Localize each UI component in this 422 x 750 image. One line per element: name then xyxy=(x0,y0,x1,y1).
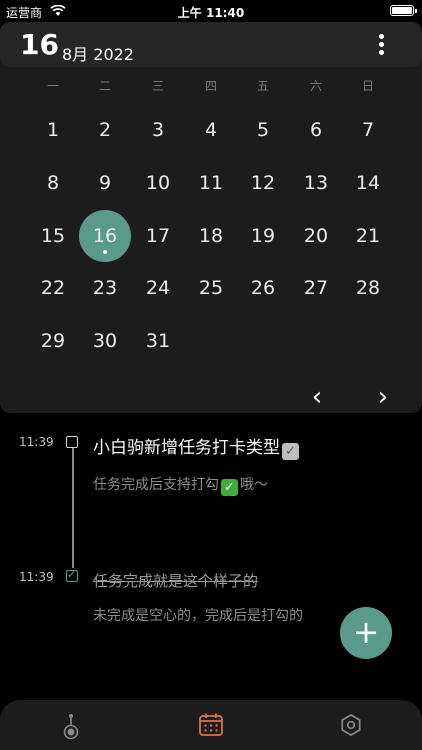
task-title[interactable]: 小白驹新增任务打卡类型 ✓ xyxy=(93,433,299,460)
date-cell[interactable]: 5 xyxy=(237,104,289,156)
date-cell[interactable]: 11 xyxy=(185,157,237,209)
date-cell[interactable]: 9 xyxy=(79,157,131,209)
date-cell[interactable]: 3 xyxy=(132,104,184,156)
date-cell[interactable]: 14 xyxy=(342,157,394,209)
checkmark-emoji-icon: ✓ xyxy=(221,479,238,496)
date-cell[interactable]: 25 xyxy=(185,262,237,314)
date-cell[interactable]: 2 xyxy=(79,104,131,156)
calendar-card: 16 8月 2022 一 二 三 四 五 六 日 1 2 3 4 5 6 7 8… xyxy=(0,22,422,413)
date-cell[interactable]: 22 xyxy=(27,262,79,314)
date-cell[interactable]: 20 xyxy=(290,210,342,262)
checkbox-emoji-icon: ✓ xyxy=(282,443,299,460)
date-cell[interactable]: 18 xyxy=(185,210,237,262)
task-note-text: 任务完成后支持打勾 xyxy=(93,477,219,493)
date-cell[interactable]: 4 xyxy=(185,104,237,156)
timeline-connector xyxy=(72,448,74,568)
task-checkbox[interactable] xyxy=(66,436,78,448)
date-cell[interactable]: 26 xyxy=(237,262,289,314)
tab-calendar[interactable] xyxy=(196,710,226,740)
date-cell[interactable]: 27 xyxy=(290,262,342,314)
date-cell[interactable]: 24 xyxy=(132,262,184,314)
date-grid: 1 2 3 4 5 6 7 8 9 10 11 12 13 14 15 16 1… xyxy=(0,22,422,413)
date-cell[interactable]: 30 xyxy=(79,315,131,367)
task-note: 未完成是空心的，完成后是打勾的 xyxy=(93,608,303,624)
status-bar: 运营商 上午 11:40 xyxy=(0,0,422,22)
status-time: 上午 11:40 xyxy=(177,6,245,20)
date-cell[interactable]: 15 xyxy=(27,210,79,262)
calendar-icon xyxy=(199,713,223,736)
timeline-icon xyxy=(63,714,79,740)
task-note: 任务完成后支持打勾 ✓ 哦～ xyxy=(93,474,268,496)
date-cell[interactable]: 21 xyxy=(342,210,394,262)
date-cell[interactable]: 6 xyxy=(290,104,342,156)
task-checkbox-checked[interactable] xyxy=(66,568,78,582)
task-time: 11:39 xyxy=(19,570,54,584)
date-cell-selected[interactable]: 16 xyxy=(79,210,131,262)
date-cell[interactable]: 23 xyxy=(79,262,131,314)
task-time: 11:39 xyxy=(19,435,54,449)
date-cell[interactable]: 12 xyxy=(237,157,289,209)
date-cell[interactable]: 7 xyxy=(342,104,394,156)
tab-settings[interactable] xyxy=(336,710,366,740)
date-cell[interactable]: 29 xyxy=(27,315,79,367)
date-cell[interactable]: 31 xyxy=(132,315,184,367)
tab-timeline[interactable] xyxy=(56,710,86,740)
date-cell[interactable]: 10 xyxy=(132,157,184,209)
previous-month-button[interactable]: ‹ xyxy=(302,382,332,412)
battery-icon xyxy=(390,5,417,16)
date-cell[interactable]: 19 xyxy=(237,210,289,262)
date-cell[interactable]: 28 xyxy=(342,262,394,314)
tab-bar xyxy=(0,700,422,750)
settings-icon xyxy=(341,714,361,736)
task-note-text-end: 哦～ xyxy=(240,477,268,493)
task-title-text: 小白驹新增任务打卡类型 xyxy=(93,438,280,458)
date-cell[interactable]: 13 xyxy=(290,157,342,209)
date-cell[interactable]: 8 xyxy=(27,157,79,209)
date-cell[interactable]: 1 xyxy=(27,104,79,156)
task-title[interactable]: 任务完成就是这个样子的 xyxy=(93,570,258,591)
date-cell[interactable]: 17 xyxy=(132,210,184,262)
next-month-button[interactable]: › xyxy=(368,382,398,412)
add-task-button[interactable]: + xyxy=(340,607,392,659)
